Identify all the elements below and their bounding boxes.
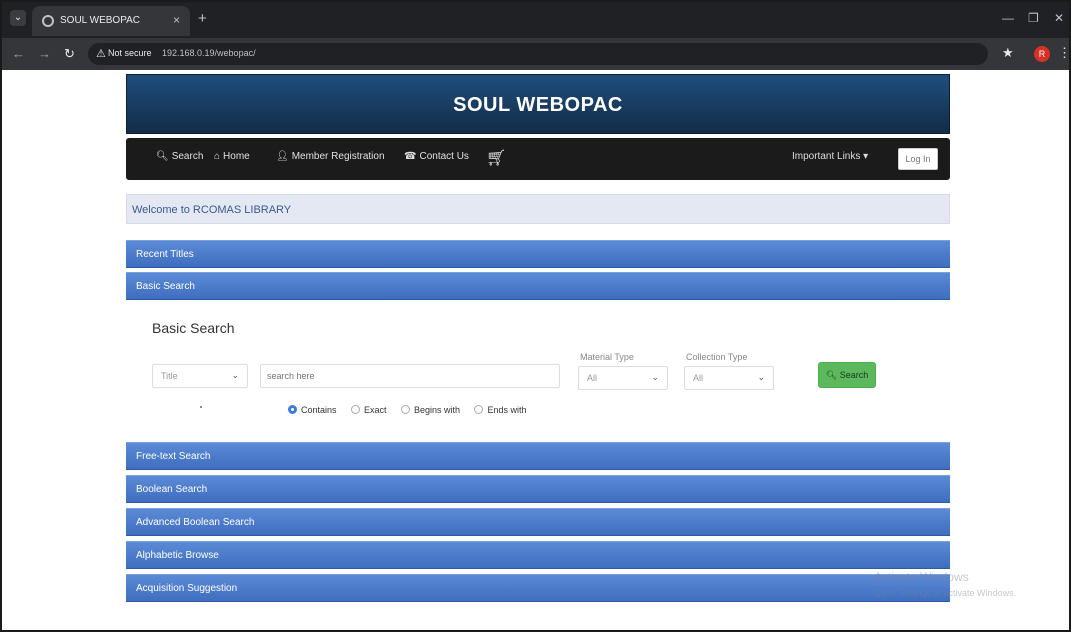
material-type-value: All	[587, 373, 598, 383]
activate-windows-watermark: Activate Windows	[874, 570, 969, 584]
contact-icon: ☎	[404, 151, 417, 162]
welcome-text: Welcome to RCOMAS LIBRARY	[132, 204, 292, 216]
main-navbar: 🔍︎ Search ⌂ Home 👤︎ Member Registration ☎ Co…	[126, 138, 950, 180]
browser-toolbar: ← → ↻ ⚠ Not secure 192.168.0.19/webopac/…	[2, 38, 1069, 70]
profile-avatar[interactable]: R	[1034, 46, 1050, 62]
tab-title: SOUL WEBOPAC	[60, 15, 141, 26]
recent-titles-label: Recent Titles	[136, 249, 194, 260]
important-links-label: Important Links	[792, 151, 861, 162]
browser-tabstrip: ⌄ SOUL WEBOPAC × + — ❐ ✕	[2, 2, 1069, 38]
radio-contains-label[interactable]: Contains	[301, 405, 337, 415]
window-close-icon[interactable]: ✕	[1054, 11, 1064, 25]
forward-icon[interactable]: →	[38, 46, 51, 61]
search-field-value: Title	[161, 371, 178, 381]
restore-icon[interactable]: ❐	[1028, 11, 1039, 25]
nav-home-label: Home	[223, 151, 250, 162]
bookmark-star-icon[interactable]: ★	[1002, 45, 1014, 61]
minimize-icon[interactable]: —	[1002, 11, 1014, 25]
basic-search-panel: Basic Search Title ⌄ Material Type All ⌄…	[126, 300, 950, 440]
back-icon[interactable]: ←	[12, 46, 25, 61]
site-title: SOUL WEBOPAC	[453, 94, 623, 116]
nav-member-registration-label: Member Registration	[291, 151, 385, 162]
acquisition-suggestion-label: Acquisition Suggestion	[136, 583, 238, 594]
close-icon[interactable]: ×	[173, 13, 180, 27]
screen: ⌄ SOUL WEBOPAC × + — ❐ ✕ ← → ↻ ⚠ Not sec…	[0, 0, 1071, 632]
basic-search-header[interactable]: Basic Search	[126, 272, 950, 300]
login-button[interactable]: Log In	[898, 148, 938, 170]
advanced-boolean-search-label: Advanced Boolean Search	[136, 517, 255, 528]
nav-member-registration[interactable]: 👤︎ Member Registration	[276, 151, 385, 162]
acquisition-suggestion-header[interactable]: Acquisition Suggestion	[126, 574, 950, 602]
search-button-label: Search	[839, 370, 869, 380]
material-type-select[interactable]: All ⌄	[578, 366, 668, 390]
radio-exact-label[interactable]: Exact	[364, 405, 387, 415]
collection-type-label: Collection Type	[686, 352, 748, 362]
radio-begins-with-label[interactable]: Begins with	[414, 405, 460, 415]
nav-search[interactable]: 🔍︎ Search	[156, 151, 203, 162]
free-text-search-label: Free-text Search	[136, 451, 211, 462]
welcome-panel: Welcome to RCOMAS LIBRARY	[126, 194, 950, 224]
nav-search-label: Search	[171, 151, 204, 162]
match-type-radios: Contains Exact Begins with Ends with	[288, 401, 536, 419]
advanced-boolean-search-header[interactable]: Advanced Boolean Search	[126, 508, 950, 536]
new-tab-icon[interactable]: +	[198, 10, 207, 27]
page-content: SOUL WEBOPAC 🔍︎ Search ⌂ Home 👤︎ Member Reg…	[2, 70, 1069, 630]
user-icon: 👤︎	[276, 151, 289, 162]
basic-search-heading: Basic Search	[152, 320, 235, 336]
nav-home[interactable]: ⌂ Home	[214, 151, 250, 162]
search-icon: 🔍︎	[156, 151, 169, 162]
favicon-icon	[42, 15, 54, 27]
home-icon: ⌂	[214, 151, 221, 162]
radio-begins-with[interactable]	[400, 405, 410, 415]
radio-ends-with[interactable]	[474, 405, 484, 415]
material-type-label: Material Type	[580, 352, 634, 362]
nav-contact-us[interactable]: ☎ Contact Us	[404, 151, 469, 162]
alphabetic-browse-label: Alphabetic Browse	[136, 550, 219, 561]
caret-down-icon: ▾	[863, 151, 869, 162]
reload-icon[interactable]: ↻	[64, 46, 75, 62]
search-icon: 🔍︎	[825, 370, 838, 380]
search-button[interactable]: 🔍︎ Search	[818, 362, 876, 388]
search-input[interactable]	[260, 364, 560, 388]
basic-search-header-label: Basic Search	[136, 281, 195, 292]
chevron-down-icon: ⌄	[231, 370, 239, 380]
free-text-search-header[interactable]: Free-text Search	[126, 442, 950, 470]
cart-icon[interactable]: 🛒︎	[486, 148, 506, 168]
radio-exact[interactable]	[350, 405, 360, 415]
chevron-down-icon: ⌄	[651, 372, 659, 382]
not-secure-label[interactable]: Not secure	[108, 48, 152, 58]
address-bar[interactable]: ⚠ Not secure 192.168.0.19/webopac/	[88, 43, 988, 65]
collection-type-select[interactable]: All ⌄	[684, 366, 774, 390]
search-field-select[interactable]: Title ⌄	[152, 364, 248, 388]
important-links-dropdown[interactable]: Important Links ▾	[792, 151, 868, 162]
tab-search-icon[interactable]: ⌄	[10, 10, 26, 26]
url-text[interactable]: 192.168.0.19/webopac/	[162, 48, 256, 58]
boolean-search-header[interactable]: Boolean Search	[126, 475, 950, 503]
decorative-dot	[200, 406, 202, 408]
activate-windows-subtitle: Go to Settings to activate Windows.	[874, 588, 1017, 598]
collection-type-value: All	[693, 373, 704, 383]
nav-contact-us-label: Contact Us	[419, 151, 469, 162]
alphabetic-browse-header[interactable]: Alphabetic Browse	[126, 541, 950, 569]
more-menu-icon[interactable]: ⋮	[1058, 45, 1069, 61]
radio-contains[interactable]	[288, 405, 297, 415]
boolean-search-label: Boolean Search	[136, 484, 208, 495]
site-banner: SOUL WEBOPAC	[126, 74, 950, 134]
chevron-down-icon: ⌄	[757, 372, 765, 382]
radio-ends-with-label[interactable]: Ends with	[487, 405, 526, 415]
browser-tab[interactable]: SOUL WEBOPAC ×	[32, 6, 190, 36]
warning-icon[interactable]: ⚠	[96, 47, 106, 60]
recent-titles-header[interactable]: Recent Titles	[126, 240, 950, 268]
